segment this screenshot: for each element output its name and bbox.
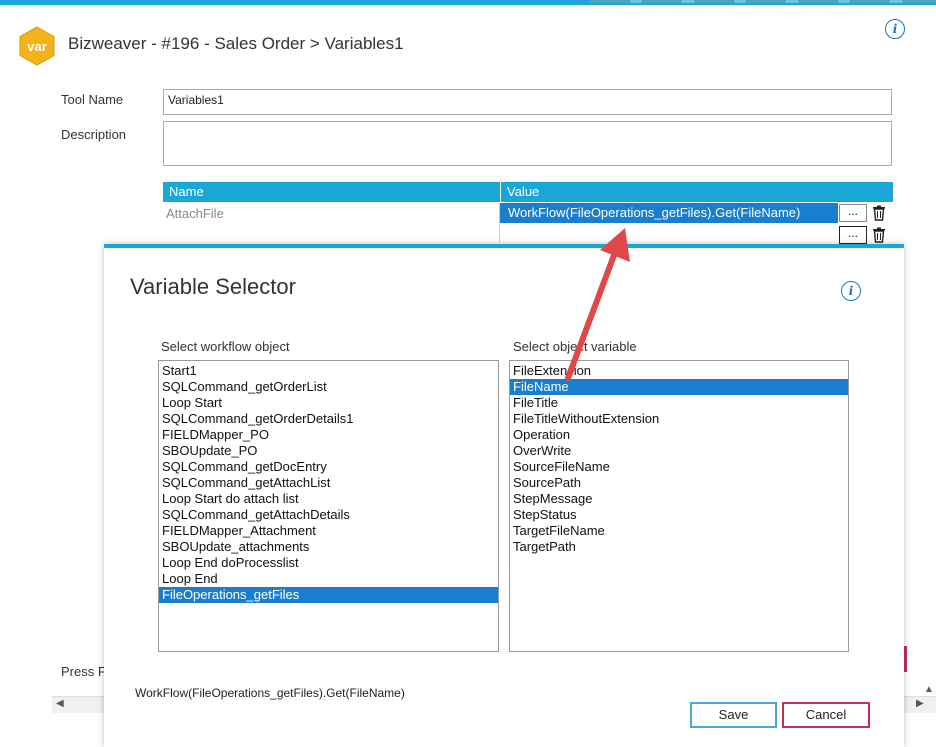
scroll-right-icon[interactable]: ▶	[916, 698, 924, 709]
grid-row-browse-button[interactable]: ...	[839, 226, 867, 244]
save-button[interactable]: Save	[690, 702, 777, 728]
tool-name-label: Tool Name	[61, 92, 124, 107]
scroll-up-icon[interactable]: ▲	[924, 684, 934, 695]
grid-row-value[interactable]: WorkFlow(FileOperations_getFiles).Get(Fi…	[500, 203, 838, 223]
annotation-arrow	[565, 228, 630, 381]
grid-header-name[interactable]: Name	[163, 182, 500, 202]
background-window-edge	[590, 0, 936, 3]
grid-row-name[interactable]: AttachFile	[166, 206, 224, 221]
workflow-object-list[interactable]: Start1 SQLCommand_getOrderList Loop Start S…	[158, 360, 499, 652]
scroll-left-icon[interactable]: ◀	[56, 698, 64, 709]
press-label: Press F	[61, 664, 106, 679]
object-variable-item[interactable]: TargetPath	[510, 539, 848, 555]
grid-header-value[interactable]: Value	[500, 182, 893, 202]
workflow-object-item[interactable]: SQLCommand_getOrderDetails1	[159, 411, 498, 427]
object-variable-item[interactable]: SourcePath	[510, 475, 848, 491]
dialog-title: Variable Selector	[130, 274, 296, 299]
object-variable-list[interactable]: FileExtension FileName FileTitle FileTitleW…	[509, 360, 849, 652]
workflow-object-item[interactable]: FileOperations_getFiles	[159, 587, 498, 603]
trash-icon[interactable]	[872, 205, 886, 221]
workflow-object-item[interactable]: Loop End doProcesslist	[159, 555, 498, 571]
workflow-object-item[interactable]: SQLCommand_getAttachList	[159, 475, 498, 491]
workflow-object-item[interactable]: Loop End	[159, 571, 498, 587]
object-variable-item[interactable]: OverWrite	[510, 443, 848, 459]
grid-row-browse-button[interactable]: ...	[839, 204, 867, 222]
workflow-object-item[interactable]: SQLCommand_getAttachDetails	[159, 507, 498, 523]
object-variable-item[interactable]: Operation	[510, 427, 848, 443]
tool-name-input[interactable]: Variables1	[163, 89, 892, 115]
object-variable-item[interactable]: SourceFileName	[510, 459, 848, 475]
info-icon[interactable]: i	[841, 281, 861, 301]
description-label: Description	[61, 127, 127, 142]
info-icon[interactable]: i	[885, 19, 905, 39]
workflow-object-item[interactable]: FIELDMapper_PO	[159, 427, 498, 443]
workflow-object-item[interactable]: Loop Start do attach list	[159, 491, 498, 507]
window-title: Bizweaver - #196 - Sales Order > Variabl…	[68, 34, 404, 53]
workflow-object-item[interactable]: SQLCommand_getOrderList	[159, 379, 498, 395]
object-variable-item[interactable]: FileTitleWithoutExtension	[510, 411, 848, 427]
workflow-object-label: Select workflow object	[161, 339, 290, 354]
object-variable-item[interactable]: StepMessage	[510, 491, 848, 507]
description-input[interactable]	[163, 121, 892, 166]
var-logo-icon: var	[19, 26, 55, 66]
workflow-object-item[interactable]: Start1	[159, 363, 498, 379]
object-variable-item[interactable]: StepStatus	[510, 507, 848, 523]
cancel-button[interactable]: Cancel	[782, 702, 870, 728]
workflow-object-item[interactable]: SBOUpdate_PO	[159, 443, 498, 459]
object-variable-item[interactable]: FileTitle	[510, 395, 848, 411]
workflow-object-item[interactable]: SBOUpdate_attachments	[159, 539, 498, 555]
trash-icon[interactable]	[872, 227, 886, 243]
workflow-object-item[interactable]: Loop Start	[159, 395, 498, 411]
logo-text: var	[27, 39, 47, 54]
background-button-edge	[904, 646, 907, 672]
variable-selector-dialog: Variable Selector i Select workflow obje…	[104, 244, 904, 747]
workflow-object-item[interactable]: FIELDMapper_Attachment	[159, 523, 498, 539]
workflow-object-item[interactable]: SQLCommand_getDocEntry	[159, 459, 498, 475]
object-variable-item[interactable]: TargetFileName	[510, 523, 848, 539]
expression-preview: WorkFlow(FileOperations_getFiles).Get(Fi…	[135, 686, 405, 700]
